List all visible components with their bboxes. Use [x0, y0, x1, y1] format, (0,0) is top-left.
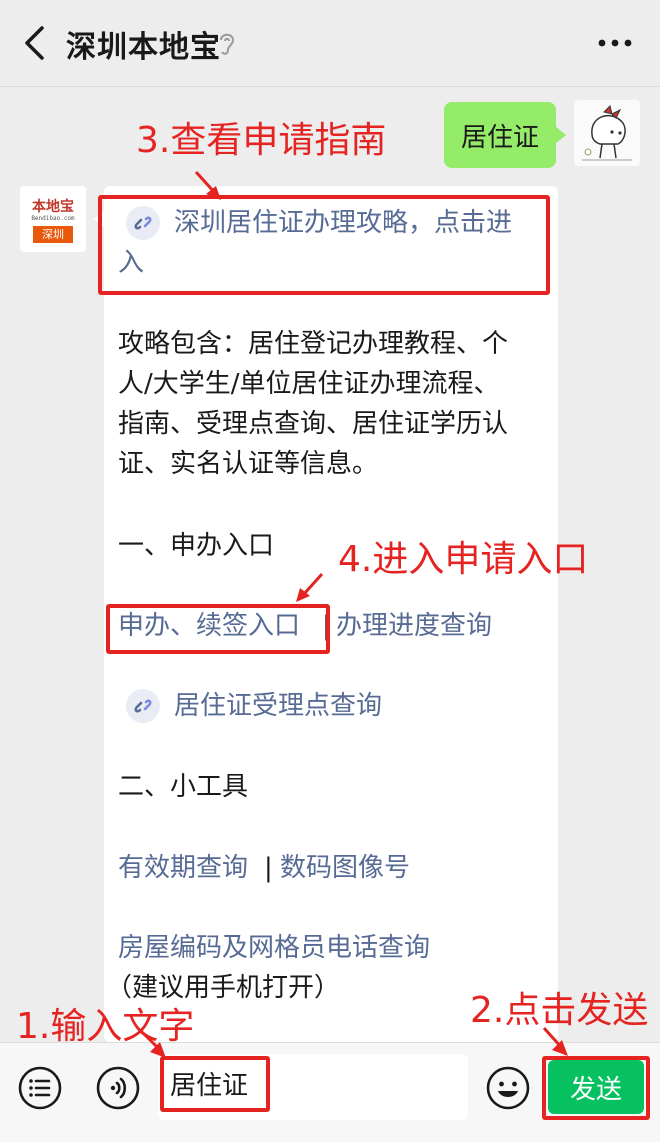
user-avatar-image: [582, 105, 632, 161]
back-arrow-icon[interactable]: [18, 24, 52, 62]
intro-line-3: 指南、受理点查询、居住证学历认: [118, 409, 509, 439]
emoji-icon[interactable]: [486, 1066, 530, 1110]
menu-list-icon[interactable]: [18, 1066, 62, 1110]
step2-label: 2.点击发送: [470, 990, 649, 1031]
bot-avatar-logo-text: 本地宝: [32, 199, 74, 215]
intro-line-4: 证、实名认证等信息。: [118, 449, 379, 479]
mute-ear-icon: [220, 33, 235, 55]
user-avatar[interactable]: [574, 100, 640, 166]
chat-header: 深圳本地宝: [0, 0, 660, 86]
highlight-send-button: [542, 1056, 650, 1120]
user-message-bubble[interactable]: 居住证: [444, 102, 566, 168]
section-tools-heading: 二、小工具: [118, 772, 249, 802]
highlight-guide-link: [98, 195, 550, 295]
step1-arrow-icon: [140, 1030, 166, 1058]
mini-program-link-icon: [126, 689, 160, 723]
bot-avatar-domain: Bendibao.com: [31, 215, 75, 222]
step3-label: 3.查看申请指南: [136, 120, 387, 161]
intro-line-1: 攻略包含：居住登记办理教程、个: [118, 329, 509, 359]
open-on-phone-note: （建议用手机打开）: [106, 973, 341, 1003]
step2-arrow-icon: [542, 1026, 568, 1056]
step4-label: 4.进入申请入口: [338, 539, 589, 580]
bot-avatar[interactable]: 本地宝 Bendibao.com 深圳: [20, 186, 86, 252]
link-chain-icon: [134, 699, 152, 713]
separator: |: [264, 853, 273, 883]
house-code-query-link[interactable]: 房屋编码及网格员电话查询: [118, 928, 430, 968]
bot-avatar-city: 深圳: [33, 226, 73, 243]
intro-line-2: 人/大学生/单位居住证办理流程、: [118, 369, 500, 399]
progress-query-link[interactable]: 办理进度查询: [336, 606, 492, 646]
chat-title: 深圳本地宝: [66, 30, 221, 65]
step4-arrow-icon: [296, 572, 324, 602]
section-apply-heading: 一、申办入口: [118, 531, 275, 561]
service-site-query-link[interactable]: 居住证受理点查询: [174, 686, 382, 726]
highlight-input: [160, 1056, 270, 1112]
step3-arrow-icon: [194, 170, 221, 200]
digital-photo-number-link[interactable]: 数码图像号: [280, 848, 410, 888]
header-divider: [0, 86, 660, 87]
voice-input-icon[interactable]: [96, 1066, 140, 1110]
highlight-apply-link: [106, 604, 330, 654]
more-options-icon[interactable]: [598, 38, 632, 48]
validity-query-link[interactable]: 有效期查询: [118, 848, 248, 888]
